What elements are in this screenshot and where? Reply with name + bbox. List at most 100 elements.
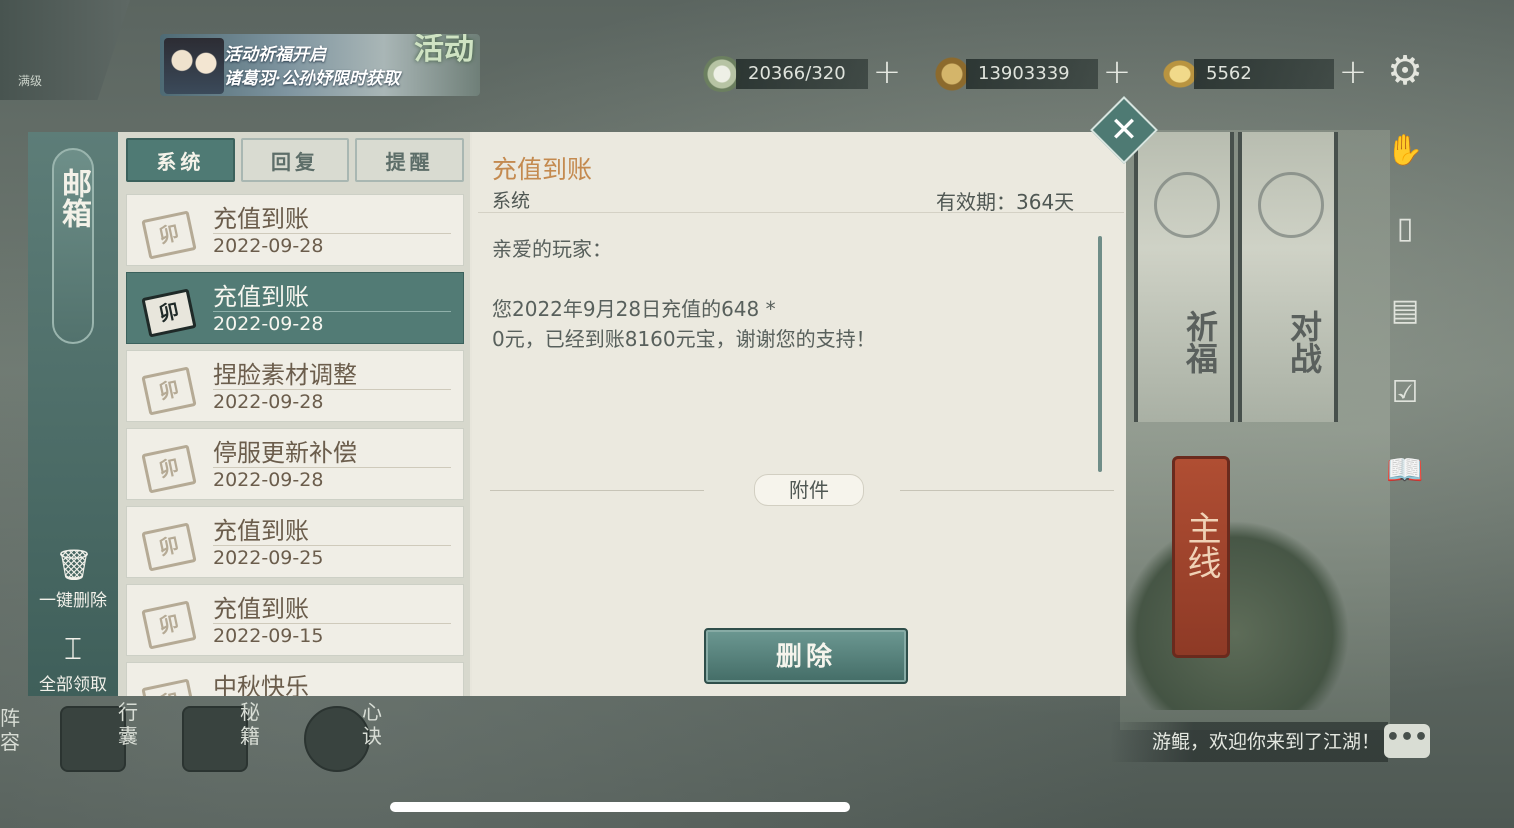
detail-scrollbar[interactable] (1098, 236, 1102, 472)
mail-item-date: 2022-09-28 (213, 469, 324, 491)
event-banner[interactable]: 活动祈福开启 诸葛羽·公孙妤限时获取 活动 (160, 34, 480, 96)
mail-item[interactable]: 卯 停服更新补偿 2022-09-28 (126, 428, 464, 500)
detail-divider (478, 212, 1124, 213)
mail-item-date: 2022-09-25 (213, 547, 324, 569)
phone-notice-icon[interactable]: ▯ (1382, 206, 1428, 252)
scene-hills (1120, 520, 1350, 710)
banner-characters-image (164, 38, 224, 94)
attachment-divider-left (490, 490, 704, 491)
claim-all-button[interactable]: ⌶ 全部领取 (30, 632, 116, 695)
nav-manual-label: 秘籍 (240, 700, 260, 748)
resource-coins: 13903339 + (930, 55, 1134, 92)
mail-item-divider (213, 311, 451, 312)
claim-all-label: 全部领取 (39, 675, 107, 695)
pray-scroll-label: 祈福 (1181, 310, 1219, 374)
mail-item[interactable]: 卯 充值到账 2022-09-15 (126, 584, 464, 656)
nav-mind[interactable]: 心诀 (304, 700, 394, 772)
mail-item-date: 2022-09-15 (213, 625, 324, 647)
attachment-divider-right (900, 490, 1114, 491)
mail-item-title: 充值到账 (213, 205, 309, 233)
tab-system[interactable]: 系统 (126, 138, 235, 182)
banner-badge: 活动 (414, 34, 474, 67)
mail-list[interactable]: 卯 充值到账 2022-09-28 卯 充值到账 2022-09-28 卯 捏脸… (126, 194, 464, 696)
gear-icon[interactable]: ⚙ (1384, 50, 1426, 92)
mail-item-title: 捏脸素材调整 (213, 361, 357, 389)
add-coins-button[interactable]: + (1100, 55, 1134, 91)
lineup-label[interactable]: 阵容 (0, 706, 22, 754)
claim-icon: ⌶ (64, 632, 82, 667)
nav-manual[interactable]: 秘籍 (182, 700, 272, 772)
checklist-icon[interactable]: ☑ (1382, 370, 1428, 416)
mail-detail-body: 亲爱的玩家： 您2022年9月28日充值的648 * 0元，已经到账8160元宝… (492, 237, 876, 351)
bag-icon (60, 706, 126, 772)
flame-icon (304, 706, 370, 772)
battle-scroll-label: 对战 (1285, 310, 1323, 374)
mail-title-text: 邮箱 (56, 168, 91, 228)
mail-item[interactable]: 卯 捏脸素材调整 2022-09-28 (126, 350, 464, 422)
envelope-icon: 卯 (141, 210, 197, 260)
book-icon (182, 706, 248, 772)
mail-item[interactable]: 卯 充值到账 2022-09-28 (126, 194, 464, 266)
main-quest-label: 主线 (1181, 511, 1221, 579)
mail-detail-sender: 系统 (492, 190, 531, 212)
mail-tabs: 系统 回复 提醒 (126, 138, 465, 184)
pray-emblem-icon (1154, 172, 1220, 238)
mail-item-divider (213, 623, 451, 624)
mail-item-title: 充值到账 (213, 517, 309, 545)
delete-all-button[interactable]: 🗑 一键删除 (30, 548, 116, 611)
tab-reminder[interactable]: 提醒 (355, 138, 465, 182)
ingots-value: 5562 (1194, 59, 1334, 89)
mail-detail-title: 充值到账 (492, 155, 593, 184)
battle-scroll[interactable]: 对战 (1238, 132, 1338, 422)
add-ingots-button[interactable]: + (1336, 55, 1370, 91)
mail-item-selected[interactable]: 卯 充值到账 2022-09-28 (126, 272, 464, 344)
mail-item-date: 2022-09-28 (213, 313, 324, 335)
mail-item-title: 充值到账 (213, 283, 309, 311)
mail-title: 邮箱 (52, 148, 94, 344)
mail-item[interactable]: 卯 中秋快乐 (126, 662, 464, 696)
mail-item-title: 充值到账 (213, 595, 309, 623)
scroll-list-icon[interactable]: ▤ (1382, 288, 1428, 334)
tab-reply[interactable]: 回复 (240, 138, 350, 182)
mail-item-divider (213, 233, 451, 234)
close-button[interactable]: ✕ (1090, 96, 1158, 164)
envelope-icon: 卯 (141, 678, 197, 696)
mail-item-title: 中秋快乐 (213, 673, 309, 696)
mail-item-divider (213, 467, 451, 468)
mail-item-divider (213, 389, 451, 390)
close-icon: ✕ (1109, 110, 1139, 150)
attachment-label: 附件 (754, 474, 864, 506)
envelope-icon: 卯 (141, 600, 197, 650)
banner-line-2: 诸葛羽·公孙妤限时获取 (224, 69, 400, 89)
mail-item-date: 2022-09-28 (213, 235, 324, 257)
nav-bag[interactable]: 行囊 (60, 700, 150, 772)
nav-mind-label: 心诀 (362, 700, 382, 748)
mail-item[interactable]: 卯 充值到账 2022-09-25 (126, 506, 464, 578)
resource-ingots: 5562 + (1158, 55, 1370, 92)
mail-detail (472, 132, 1126, 696)
mail-item-date: 2022-09-28 (213, 391, 324, 413)
chat-bubble-icon[interactable]: ••• (1384, 724, 1430, 758)
resource-stamina: 20366/320 + (700, 55, 904, 92)
book-help-icon[interactable]: 📖 (1382, 448, 1428, 494)
envelope-icon: 卯 (141, 288, 197, 338)
main-quest-button[interactable]: 主线 (1172, 456, 1230, 658)
mail-item-divider (213, 545, 451, 546)
crossed-swords-icon (1258, 172, 1324, 238)
level-label: 满级 (18, 74, 43, 88)
delete-all-label: 一键删除 (39, 591, 107, 611)
home-indicator[interactable] (390, 802, 850, 812)
envelope-icon: 卯 (141, 366, 197, 416)
pray-scroll[interactable]: 祈福 (1134, 132, 1234, 422)
envelope-icon: 卯 (141, 522, 197, 572)
add-stamina-button[interactable]: + (870, 55, 904, 91)
delete-button[interactable]: 删除 (704, 628, 908, 684)
stamina-value: 20366/320 (736, 59, 868, 89)
handshake-icon[interactable]: ✋ (1382, 128, 1428, 174)
mail-detail-expiry: 有效期：364天 (936, 190, 1075, 214)
trash-icon: 🗑 (55, 548, 94, 583)
coins-value: 13903339 (966, 59, 1098, 89)
welcome-message: 游鲲，欢迎你来到了江湖！ (1110, 722, 1388, 762)
mail-item-title: 停服更新补偿 (213, 439, 357, 467)
envelope-icon: 卯 (141, 444, 197, 494)
